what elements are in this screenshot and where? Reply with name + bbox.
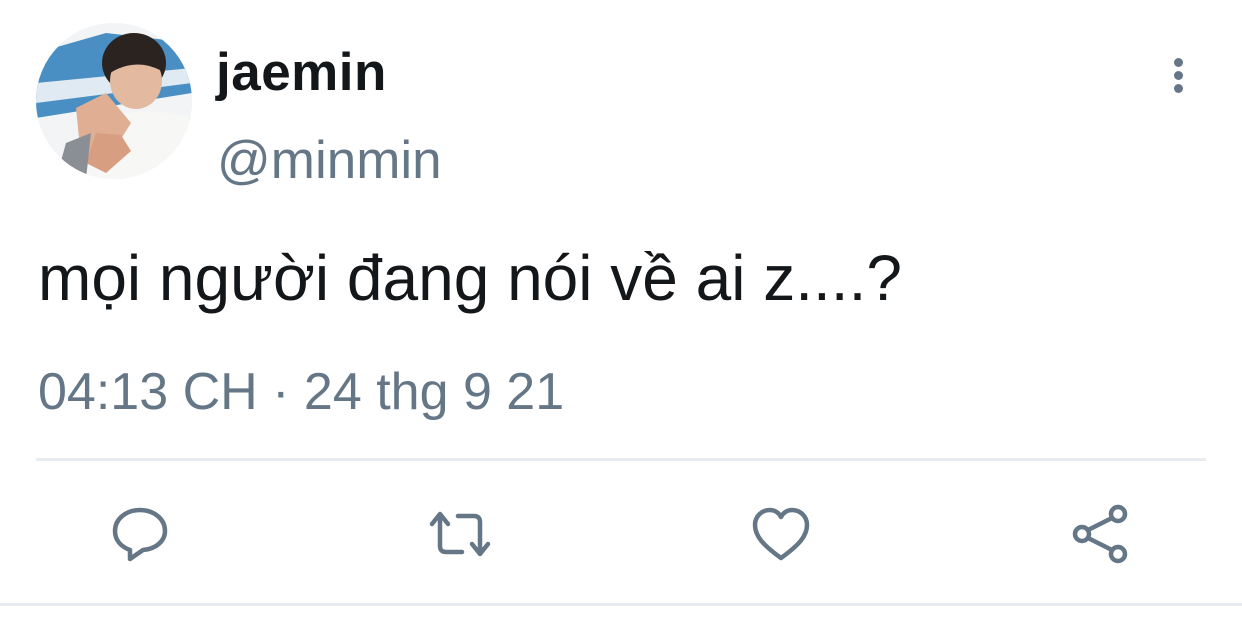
share-icon: [1072, 504, 1128, 564]
display-name[interactable]: jaemin: [216, 42, 387, 104]
menu-dot: [1174, 84, 1183, 93]
tweet-text: mọi người đang nói về ai z....?: [38, 242, 902, 314]
user-handle[interactable]: @minmin: [217, 130, 442, 192]
more-vertical-icon[interactable]: [1160, 50, 1200, 100]
tweet-timestamp[interactable]: 04:13 CH · 24 thg 9 21: [38, 362, 564, 422]
comment-icon: [112, 507, 168, 562]
bottom-border: [0, 603, 1242, 606]
retweet-button[interactable]: [428, 502, 492, 566]
tweet-time: 04:13 CH: [38, 363, 258, 421]
like-button[interactable]: [749, 502, 813, 566]
tweet-card: jaemin @minmin mọi người đang nói về ai …: [0, 0, 1242, 624]
heart-icon: [752, 507, 810, 561]
retweet-icon: [429, 511, 491, 557]
reply-button[interactable]: [108, 502, 172, 566]
avatar-image: [36, 23, 192, 179]
share-button[interactable]: [1068, 502, 1132, 566]
user-avatar[interactable]: [36, 23, 192, 179]
menu-dot: [1174, 58, 1183, 67]
meta-separator: ·: [272, 363, 290, 421]
tweet-date: 24 thg 9 21: [303, 363, 565, 421]
menu-dot: [1174, 71, 1183, 80]
divider: [36, 458, 1206, 461]
